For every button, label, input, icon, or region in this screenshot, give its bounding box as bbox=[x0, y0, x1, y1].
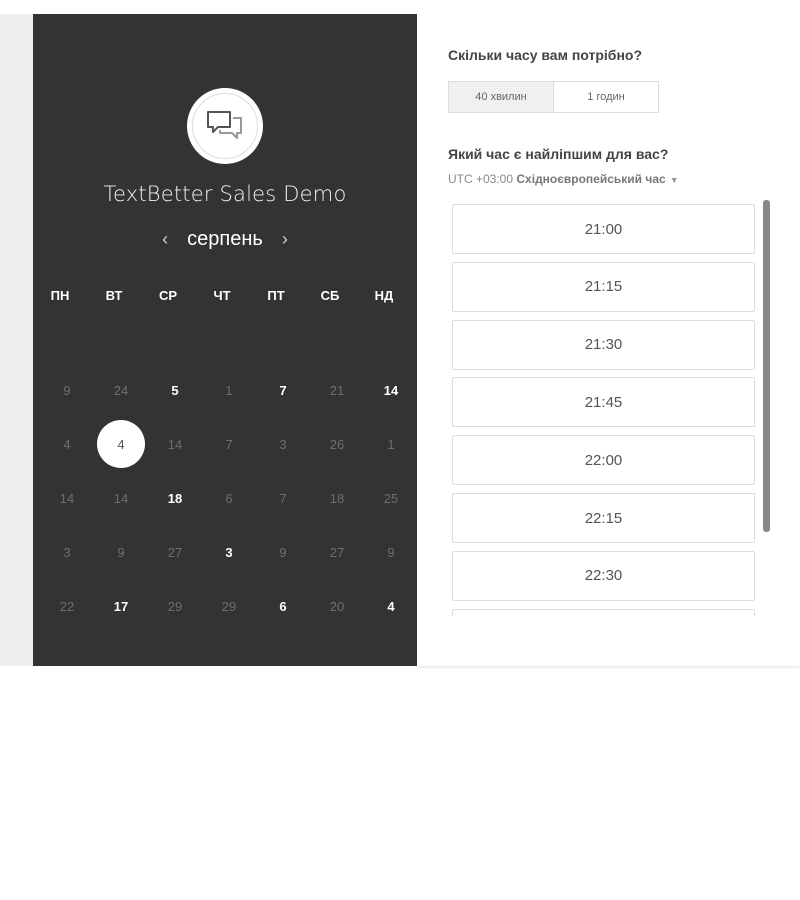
calendar-day: 27 bbox=[329, 544, 345, 560]
time-slot[interactable]: 22:15 bbox=[452, 493, 755, 543]
calendar-day[interactable]: 7 bbox=[259, 366, 307, 414]
calendar-day: 6 bbox=[225, 490, 233, 506]
calendar-day: 9 bbox=[279, 544, 287, 560]
calendar-day: 25 bbox=[383, 490, 399, 506]
weekday-header: ПН ВТ СР ЧТ ПТ СБ НД bbox=[33, 288, 417, 308]
calendar-day[interactable]: 3 bbox=[205, 528, 253, 576]
weekday-label: СБ bbox=[320, 288, 340, 303]
weekday-label: СР bbox=[158, 288, 178, 303]
time-slot[interactable]: 21:45 bbox=[452, 377, 755, 428]
calendar-day: 14 bbox=[113, 490, 129, 506]
weekday-label: ЧТ bbox=[213, 288, 231, 303]
calendar-day: 14 bbox=[167, 436, 183, 452]
calendar-day: 27 bbox=[167, 544, 183, 560]
calendar-day: 22 bbox=[59, 598, 75, 614]
slot-list-scrollbar[interactable] bbox=[763, 200, 770, 532]
calendar-day[interactable]: 17 bbox=[97, 582, 145, 630]
calendar-day[interactable]: 4 bbox=[367, 582, 415, 630]
weekday-label: ПТ bbox=[267, 288, 285, 303]
time-slot[interactable]: 21:00 bbox=[452, 204, 755, 254]
logo-ring bbox=[192, 93, 258, 159]
calendar-panel: TextBetter Sales Demo ‹ серпень › ПН ВТ СР… bbox=[33, 14, 417, 666]
time-slot[interactable] bbox=[452, 608, 755, 616]
calendar-day-selected[interactable]: 4 bbox=[97, 420, 145, 468]
time-slot[interactable]: 21:30 bbox=[452, 319, 755, 370]
calendar-day: 1 bbox=[387, 436, 395, 452]
calendar-day: 9 bbox=[387, 544, 395, 560]
calendar-day: 1 bbox=[225, 382, 233, 398]
calendar-day: 9 bbox=[117, 544, 125, 560]
month-navigation: ‹ серпень › bbox=[33, 228, 417, 251]
time-slot[interactable]: 22:30 bbox=[452, 550, 755, 601]
time-slot[interactable]: 21:15 bbox=[452, 261, 755, 312]
calendar-day: 18 bbox=[329, 490, 345, 506]
calendar-day: 21 bbox=[329, 382, 345, 398]
weekday-label: ВТ bbox=[105, 288, 123, 303]
time-slot[interactable]: 22:00 bbox=[452, 435, 755, 486]
duration-selector: 40 хвилин 1 годин bbox=[448, 81, 659, 113]
duration-option-40-min[interactable]: 40 хвилин bbox=[449, 82, 554, 112]
calendar-day: 7 bbox=[225, 436, 233, 452]
calendar-day[interactable]: 6 bbox=[259, 582, 307, 630]
calendar-day: 29 bbox=[221, 598, 237, 614]
calendar-day[interactable]: 18 bbox=[151, 474, 199, 522]
calendar-day: 26 bbox=[329, 436, 345, 452]
current-month: серпень bbox=[187, 228, 263, 250]
weekday-label: ПН bbox=[50, 288, 70, 303]
caret-down-icon: ▼ bbox=[669, 175, 679, 185]
prev-month-button[interactable]: ‹ bbox=[157, 229, 173, 250]
calendar-day: 20 bbox=[329, 598, 345, 614]
timezone-name: Східноєвропейський час bbox=[516, 172, 666, 186]
weekday-label: НД bbox=[374, 288, 394, 303]
time-slot-list: 21:00 21:15 21:30 21:45 22:00 22:15 22:30 bbox=[452, 204, 756, 616]
calendar-day[interactable]: 14 bbox=[367, 366, 415, 414]
calendar-day: 4 bbox=[63, 436, 71, 452]
calendar-day: 7 bbox=[279, 490, 287, 506]
chat-bubbles-icon bbox=[207, 111, 242, 139]
duration-option-1-hour[interactable]: 1 годин bbox=[554, 82, 658, 112]
timezone-selector[interactable]: UTC +03:00 Східноєвропейський час ▼ bbox=[448, 172, 679, 186]
calendar-day: 9 bbox=[63, 382, 71, 398]
next-month-button[interactable]: › bbox=[277, 229, 293, 250]
event-logo bbox=[187, 88, 263, 164]
calendar-day: 3 bbox=[63, 544, 71, 560]
calendar-day: 14 bbox=[59, 490, 75, 506]
calendar-day: 24 bbox=[113, 382, 129, 398]
time-question: Який час є найліпшим для вас? bbox=[448, 146, 669, 162]
booking-panel: Скільки часу вам потрібно? 40 хвилин 1 г… bbox=[417, 14, 800, 666]
calendar-day: 29 bbox=[167, 598, 183, 614]
calendar-day: 3 bbox=[279, 436, 287, 452]
calendar-day[interactable]: 5 bbox=[151, 366, 199, 414]
duration-question: Скільки часу вам потрібно? bbox=[448, 47, 643, 63]
timezone-offset: UTC +03:00 bbox=[448, 172, 514, 186]
event-title: TextBetter Sales Demo bbox=[103, 182, 347, 206]
